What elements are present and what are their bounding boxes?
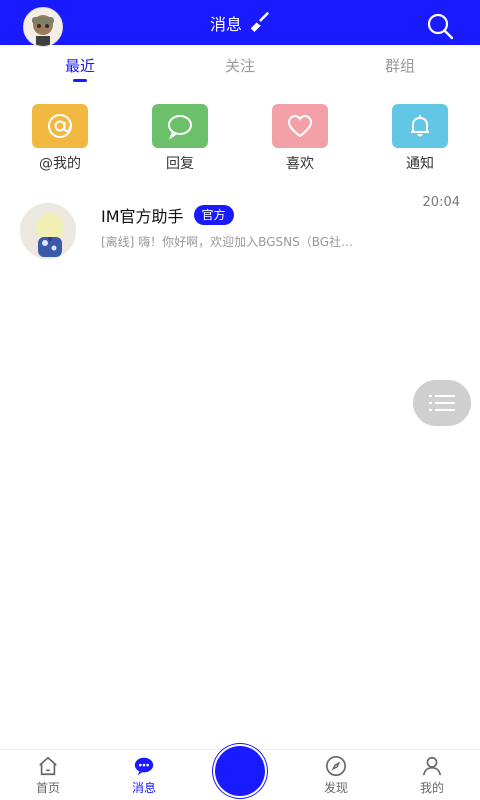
profile-icon: [422, 756, 442, 775]
conversation-title: IM官方助手 官方: [101, 203, 234, 227]
floating-menu-button[interactable]: [413, 380, 471, 426]
conversation-item[interactable]: IM官方助手 官方 20:04 [离线] 嗨！你好啊，欢迎加入BGSNS（BG社…: [0, 195, 480, 259]
nav-discover[interactable]: 发现: [288, 750, 384, 800]
conversation-time: 20:04: [422, 195, 460, 210]
quick-label: 回复: [166, 156, 194, 172]
nav-label: 消息: [131, 780, 156, 795]
at-icon: [32, 104, 88, 148]
bottom-navigation: 首页 消息 发现 我的: [0, 746, 480, 800]
quick-replies[interactable]: 回复: [120, 104, 240, 174]
avatar-image: [24, 8, 62, 46]
quick-at-me[interactable]: @我的: [0, 104, 120, 174]
header-title-group: 消息: [210, 10, 270, 36]
chat-icon: [152, 104, 208, 148]
nav-profile[interactable]: 我的: [384, 750, 480, 800]
quick-likes[interactable]: 喜欢: [240, 104, 360, 174]
message-icon: [134, 757, 154, 775]
nav-home[interactable]: 首页: [0, 750, 96, 800]
tab-groups[interactable]: 群组: [320, 45, 480, 85]
message-tabs: 最近 关注 群组: [0, 45, 480, 85]
conversation-avatar: [20, 203, 76, 259]
center-action-button[interactable]: [215, 746, 265, 796]
tab-label: 最近: [64, 56, 95, 75]
official-badge: 官方: [193, 205, 234, 225]
nav-label: 首页: [35, 780, 60, 795]
tab-recent[interactable]: 最近: [0, 45, 160, 85]
nav-label: 发现: [323, 780, 348, 795]
broom-icon[interactable]: [248, 10, 270, 36]
conversation-preview: [离线] 嗨！你好啊，欢迎加入BGSNS（BG社…: [101, 235, 354, 249]
search-icon[interactable]: [426, 12, 454, 40]
nav-label: 我的: [419, 780, 444, 795]
quick-actions: @我的 回复 喜欢 通知: [0, 104, 480, 174]
compass-icon: [326, 755, 346, 776]
page-title: 消息: [209, 14, 242, 34]
nav-messages[interactable]: 消息: [96, 750, 192, 800]
tab-follow[interactable]: 关注: [160, 45, 320, 85]
bell-icon: [392, 104, 448, 148]
home-icon: [39, 756, 57, 775]
quick-label: 喜欢: [286, 156, 314, 172]
quick-label: 通知: [406, 156, 434, 172]
tab-label: 关注: [224, 56, 255, 75]
list-icon: [429, 395, 455, 411]
quick-notifications[interactable]: 通知: [360, 104, 480, 174]
quick-label: @我的: [39, 156, 81, 172]
tab-label: 群组: [384, 56, 415, 75]
heart-icon: [272, 104, 328, 148]
top-header: 消息: [0, 0, 480, 47]
conversation-name: IM官方助手: [101, 207, 184, 226]
app-root: 消息 最近 关注 群组 @我的 回复 喜欢 通知 IM官方助手 官方 20:04…: [0, 0, 480, 800]
user-avatar[interactable]: [23, 7, 63, 47]
